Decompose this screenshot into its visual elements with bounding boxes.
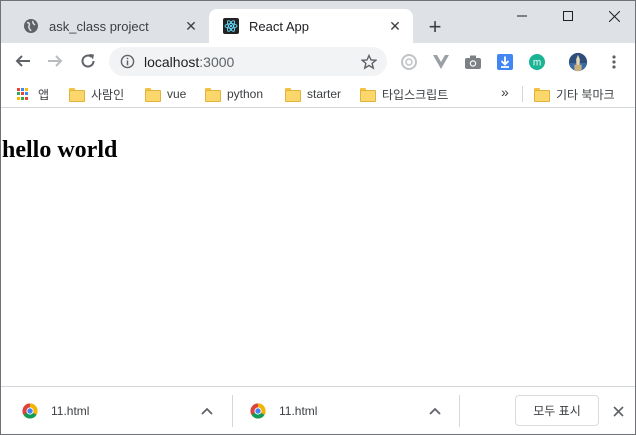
close-window-button[interactable]: [591, 1, 635, 31]
show-all-downloads-button[interactable]: 모두 표시: [515, 395, 599, 426]
vuejs-devtools-icon[interactable]: [431, 52, 451, 72]
bookmark-saramin[interactable]: 사람인: [69, 85, 124, 103]
tab-react-app[interactable]: React App ✕: [209, 9, 413, 43]
reload-button[interactable]: [75, 48, 101, 74]
bookmark-apps[interactable]: 앱: [17, 85, 49, 103]
bookmark-star-icon[interactable]: [361, 53, 377, 70]
extension-m-icon[interactable]: m: [527, 52, 547, 72]
tab-ask-class-project[interactable]: ask_class project ✕: [9, 9, 209, 43]
back-arrow-icon: [15, 55, 30, 67]
chrome-file-icon: [250, 403, 266, 419]
folder-icon: [205, 88, 221, 102]
minimize-button[interactable]: [499, 1, 545, 31]
extension-ring-icon[interactable]: [399, 52, 419, 72]
bookmark-label: 기타 북마크: [556, 87, 615, 102]
menu-kebab-icon[interactable]: [604, 52, 624, 72]
folder-icon: [285, 88, 301, 102]
download-divider: [459, 395, 460, 427]
download-item[interactable]: 11.html: [229, 387, 455, 434]
chevron-up-icon[interactable]: [199, 403, 215, 419]
react-icon: [223, 18, 239, 34]
folder-icon: [69, 88, 85, 102]
bookmark-python[interactable]: python: [205, 85, 263, 103]
bookmark-label: python: [227, 87, 264, 101]
download-filename: 11.html: [279, 404, 318, 418]
camera-icon[interactable]: [463, 52, 483, 72]
bookmark-typescript[interactable]: 타입스크립트: [360, 85, 448, 103]
profile-avatar[interactable]: [568, 52, 588, 72]
close-tab-icon[interactable]: ✕: [183, 18, 199, 34]
bookmark-label: 사람인: [91, 87, 125, 102]
new-tab-button[interactable]: +: [423, 14, 447, 39]
url-text: localhost:3000: [144, 54, 361, 70]
folder-icon: [145, 88, 161, 102]
download-arrow-icon[interactable]: [495, 52, 515, 72]
forward-arrow-icon: [48, 55, 63, 67]
info-icon[interactable]: [119, 54, 135, 70]
apps-grid-icon: [17, 88, 29, 100]
bookmark-label: 타입스크립트: [382, 87, 449, 102]
forward-button[interactable]: [42, 48, 68, 74]
page-content: hello world: [1, 109, 635, 386]
chrome-file-icon: [22, 403, 38, 419]
download-shelf: 11.html 11.html 모두 표시: [1, 386, 635, 434]
reload-icon: [81, 54, 95, 68]
browser-window: ask_class project ✕ React App ✕ + localh…: [0, 0, 636, 435]
toolbar: localhost:3000 m: [1, 43, 635, 80]
bookmark-vue[interactable]: vue: [145, 85, 186, 103]
download-item[interactable]: 11.html: [1, 387, 227, 434]
bookmark-label: vue: [167, 87, 187, 101]
folder-icon: [360, 88, 376, 102]
address-bar[interactable]: localhost:3000: [109, 47, 387, 76]
bookmark-starter[interactable]: starter: [285, 85, 341, 103]
bookmarks-divider: [522, 86, 523, 102]
folder-icon: [534, 88, 550, 102]
bookmarks-overflow-button[interactable]: »: [501, 84, 509, 100]
globe-icon: [23, 18, 39, 34]
bookmark-label: 앱: [38, 87, 50, 102]
maximize-button[interactable]: [545, 1, 591, 31]
bookmark-label: starter: [307, 87, 342, 101]
tab-title: React App: [249, 18, 309, 34]
close-icon[interactable]: [609, 402, 627, 420]
url-port: :3000: [199, 53, 235, 70]
tab-strip: ask_class project ✕ React App ✕ +: [1, 1, 635, 43]
close-tab-icon[interactable]: ✕: [387, 18, 403, 34]
chevron-up-icon[interactable]: [427, 403, 443, 419]
download-filename: 11.html: [51, 404, 90, 418]
tab-title: ask_class project: [49, 18, 149, 34]
bookmarks-bar: 앱 사람인 vue python starter 타입스크립트 » 기타 북마크: [1, 80, 635, 108]
back-button[interactable]: [10, 48, 36, 74]
svg-text:m: m: [533, 58, 541, 69]
bookmark-other[interactable]: 기타 북마크: [534, 85, 615, 103]
page-heading: hello world: [2, 137, 118, 163]
url-host: localhost: [144, 53, 200, 70]
